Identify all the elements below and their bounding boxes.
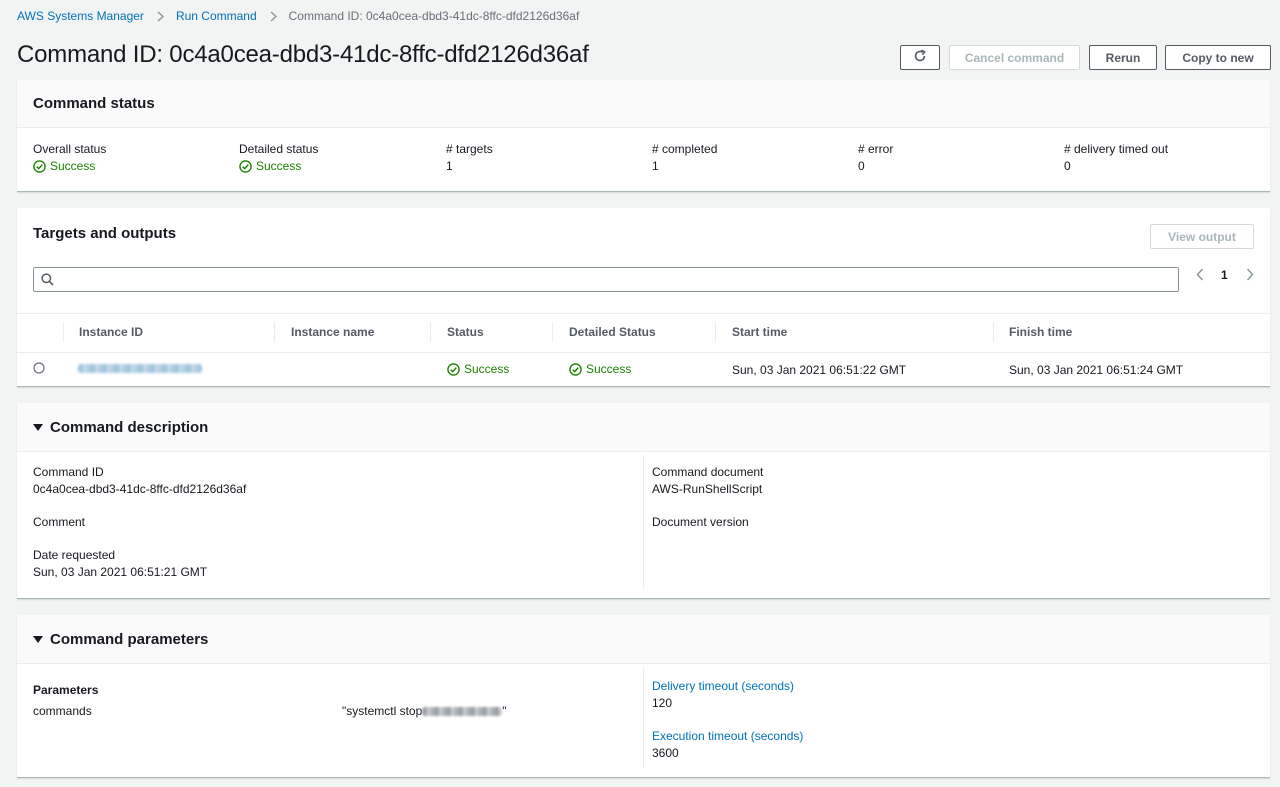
chevron-right-icon [270,10,277,22]
panel-header: Command status [17,80,1270,128]
command-parameters-title[interactable]: Command parameters [50,631,208,648]
detailed-status-text: Success [256,159,302,173]
delivery-timeout-label[interactable]: Delivery timeout (seconds) [652,679,794,693]
success-check-icon [33,159,46,173]
table-header-divider [17,352,1270,353]
breadcrumb-systems-manager[interactable]: AWS Systems Manager [17,9,144,23]
chevron-right-icon[interactable] [1246,268,1254,284]
breadcrumb: AWS Systems Manager Run Command Command … [17,9,579,23]
page-title: Command ID: 0c4a0cea-dbd3-41dc-8ffc-dfd2… [17,41,589,68]
column-instance-name[interactable]: Instance name [291,325,374,339]
date-requested-value: Sun, 03 Jan 2021 06:51:21 GMT [33,565,208,579]
column-divider [63,322,64,342]
targets-outputs-title: Targets and outputs [33,225,177,242]
overall-status-label: Overall status [33,142,107,156]
detailed-status-value: Success [239,159,301,173]
cancel-command-button[interactable]: Cancel command [949,45,1080,70]
command-description-panel: Command description Command ID 0c4a0cea-… [17,403,1270,599]
document-version-label: Document version [652,515,749,529]
chevron-right-icon [157,10,164,22]
execution-timeout-label[interactable]: Execution timeout (seconds) [652,729,803,743]
column-detailed-status[interactable]: Detailed Status [569,325,656,339]
column-start-time[interactable]: Start time [732,325,787,339]
column-separator [643,667,644,768]
column-separator [643,455,644,589]
targets-count-label: # targets [446,142,493,156]
comment-label: Comment [33,515,86,529]
parameters-label: Parameters [33,683,99,697]
row-detailed-status-text: Success [586,362,632,376]
row-status-text: Success [464,362,510,376]
command-description-title[interactable]: Command description [50,419,208,436]
success-check-icon [569,362,582,376]
timed-out-count-value: 0 [1064,159,1071,173]
column-divider [715,322,716,342]
panel-header[interactable]: Command parameters [17,615,1270,664]
column-divider [274,322,275,342]
breadcrumb-run-command[interactable]: Run Command [176,9,257,23]
param-value-suffix: " [502,704,507,718]
delivery-timeout-value: 120 [652,696,673,710]
search-input[interactable] [58,270,1168,289]
caret-down-icon[interactable] [33,636,43,643]
column-divider [430,322,431,342]
chevron-left-icon[interactable] [1196,268,1204,284]
overall-status-text: Success [50,159,96,173]
success-check-icon [447,362,460,376]
date-requested-label: Date requested [33,548,116,562]
targets-outputs-panel: Targets and outputs View output 1 Instan… [17,208,1270,387]
search-icon [41,273,54,289]
command-id-label: Command ID [33,465,104,479]
detailed-status-label: Detailed status [239,142,319,156]
radio-icon[interactable] [33,362,45,377]
completed-count-label: # completed [652,142,718,156]
completed-count-value: 1 [652,159,659,173]
row-finish-time: Sun, 03 Jan 2021 06:51:24 GMT [1009,363,1184,377]
command-status-panel: Command status Overall status Success De… [17,80,1270,192]
execution-timeout-value: 3600 [652,746,679,760]
column-finish-time[interactable]: Finish time [1009,325,1072,339]
panel-header[interactable]: Command description [17,403,1270,452]
error-count-label: # error [858,142,894,156]
row-start-time: Sun, 03 Jan 2021 06:51:22 GMT [732,363,907,377]
page-number[interactable]: 1 [1221,268,1228,282]
rerun-button[interactable]: Rerun [1089,45,1157,70]
table-top-divider [17,313,1270,314]
view-output-button[interactable]: View output [1150,224,1254,249]
command-parameters-panel: Command parameters Parameters commands "… [17,615,1270,778]
row-status: Success [447,362,509,376]
targets-count-value: 1 [446,159,453,173]
column-divider [993,322,994,342]
column-instance-id[interactable]: Instance ID [79,325,143,339]
refresh-button[interactable] [900,45,940,70]
command-document-label: Command document [652,465,764,479]
success-check-icon [239,159,252,173]
search-box [33,267,1179,292]
timed-out-count-label: # delivery timed out [1064,142,1169,156]
instance-id-link[interactable] [78,364,202,373]
caret-down-icon[interactable] [33,424,43,431]
column-divider [552,322,553,342]
row-detailed-status: Success [569,362,631,376]
copy-to-new-button[interactable]: Copy to new [1165,45,1271,70]
error-count-value: 0 [858,159,865,173]
param-name: commands [33,704,92,718]
param-value: "systemctl stop " [342,704,507,718]
param-value-prefix: "systemctl stop [342,704,423,718]
command-document-value: AWS-RunShellScript [652,482,763,496]
overall-status-value: Success [33,159,95,173]
breadcrumb-current: Command ID: 0c4a0cea-dbd3-41dc-8ffc-dfd2… [288,9,580,23]
command-status-title: Command status [33,95,155,112]
refresh-icon [913,49,927,66]
command-id-value: 0c4a0cea-dbd3-41dc-8ffc-dfd2126d36af [33,482,247,496]
column-status[interactable]: Status [447,325,484,339]
redacted-service-name [422,706,503,716]
